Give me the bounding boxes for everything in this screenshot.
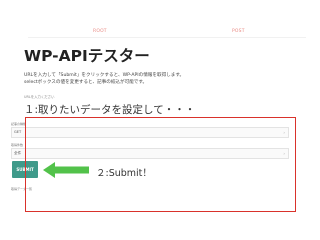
field-label-count: 取得件数 [11, 143, 24, 147]
tab-root[interactable]: ROOT [93, 29, 107, 34]
annotation-step-1: １:取りたいデータを設定して・・・ [24, 104, 196, 116]
tab-post[interactable]: POST [232, 29, 245, 34]
intro-line-1: URLを入力して「Submit」をクリックすると、WP-APIの情報を取得します… [24, 73, 185, 78]
type-select-value: GET [14, 130, 22, 134]
tab-divider [28, 37, 306, 38]
url-note: URLを入力ください [24, 95, 55, 99]
page-title: WP-APIテスター [24, 47, 150, 65]
count-select-value: 全件 [14, 151, 22, 155]
annotation-frame [25, 117, 296, 212]
intro-line-2: selectボックスの値を変更すると、記事の絞込が可能です。 [24, 80, 148, 85]
field-label-type: 記事の種類 [11, 122, 27, 126]
method-tabs: ROOT POST [0, 0, 320, 42]
